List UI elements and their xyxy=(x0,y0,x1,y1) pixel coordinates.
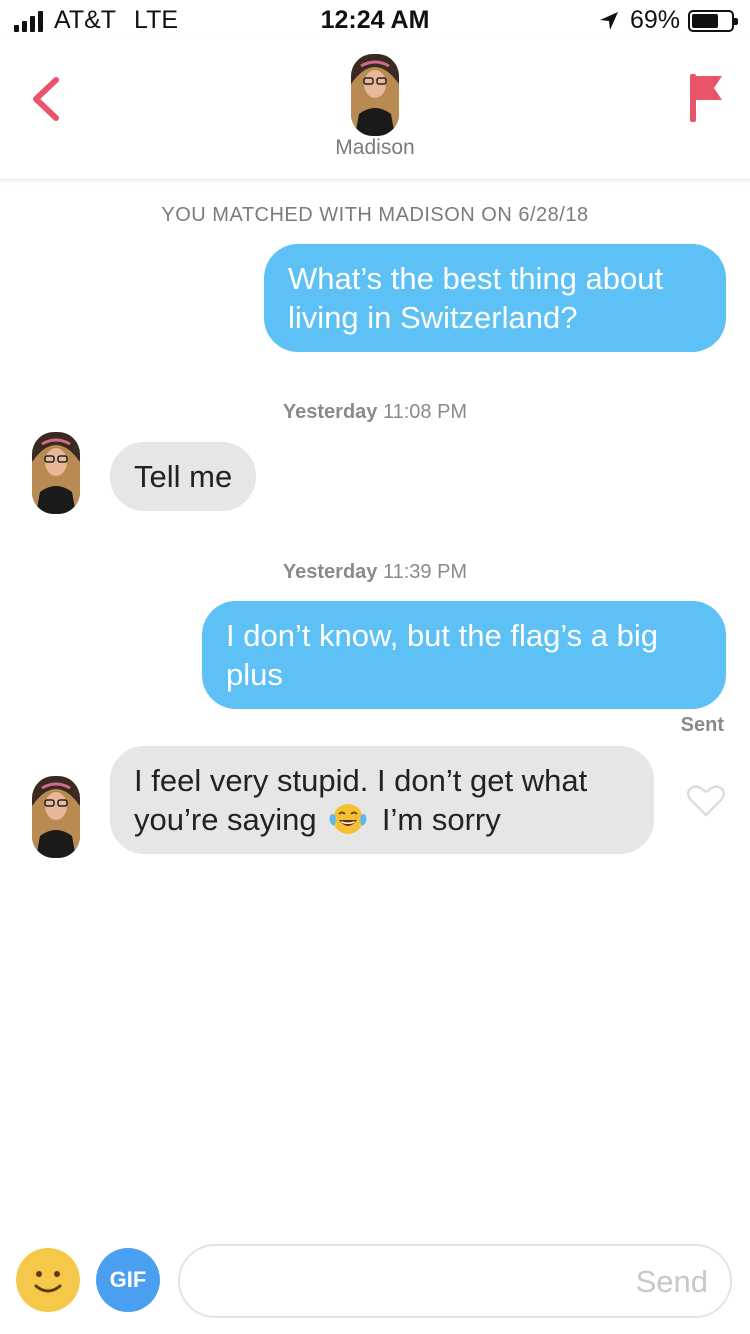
outgoing-message[interactable]: What’s the best thing about living in Sw… xyxy=(264,244,726,352)
message-text: I’m sorry xyxy=(381,802,501,837)
sent-status: Sent xyxy=(680,714,724,736)
face-with-tears-of-joy-icon xyxy=(329,803,367,834)
message-timestamp: Yesterday 11:08 PM xyxy=(0,401,750,424)
chat-header: Madison xyxy=(0,40,750,180)
like-heart-icon[interactable] xyxy=(686,782,726,818)
match-notice: YOU MATCHED WITH MADISON ON 6/28/18 xyxy=(161,204,589,226)
message-input-field[interactable]: Send xyxy=(178,1244,732,1318)
message-timestamp: Yesterday 11:39 PM xyxy=(0,561,750,584)
status-right: 69% xyxy=(598,6,738,35)
outgoing-message[interactable]: I don’t know, but the flag’s a big plus xyxy=(202,601,726,709)
smiley-icon[interactable] xyxy=(16,1248,80,1312)
incoming-message[interactable]: Tell me xyxy=(110,442,257,511)
sender-avatar[interactable] xyxy=(32,432,80,514)
battery-icon xyxy=(688,9,738,32)
timestamp-time: 11:08 PM xyxy=(382,401,468,423)
match-name: Madison xyxy=(335,136,415,159)
message-composer: GIF Send xyxy=(0,1232,750,1334)
battery-fill xyxy=(692,13,718,28)
sender-avatar[interactable] xyxy=(32,776,80,858)
timestamp-day: Yesterday xyxy=(282,561,378,583)
profile-avatar[interactable] xyxy=(351,54,399,136)
gif-button[interactable]: GIF xyxy=(96,1248,160,1312)
location-arrow-icon xyxy=(599,11,618,30)
send-button[interactable]: Send xyxy=(636,1264,708,1300)
message-input[interactable] xyxy=(204,1258,604,1306)
incoming-message[interactable]: I feel very stupid. I don’t get what you… xyxy=(110,746,654,854)
timestamp-day: Yesterday xyxy=(282,401,378,423)
status-bar: AT&T LTE 12:24 AM 69% xyxy=(0,0,750,40)
battery-percent: 69% xyxy=(629,6,680,34)
chevron-left-icon[interactable] xyxy=(24,74,68,124)
flag-icon[interactable] xyxy=(686,70,726,126)
timestamp-time: 11:39 PM xyxy=(382,561,468,583)
